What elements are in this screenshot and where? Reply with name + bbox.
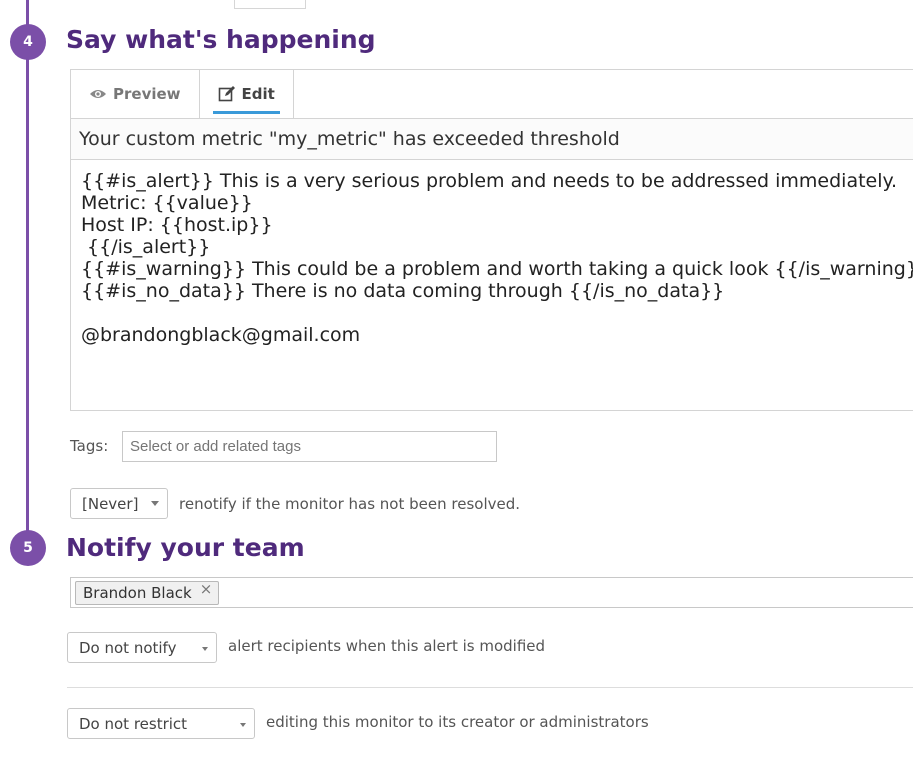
tab-edit-label: Edit <box>241 85 275 103</box>
message-title-input[interactable]: Your custom metric "my_metric" has excee… <box>71 118 913 160</box>
step-number-badge: 4 <box>10 24 46 60</box>
message-line: Metric: {{value}} <box>81 192 253 214</box>
recipient-name: Brandon Black <box>83 583 192 602</box>
message-editor: Preview Edit Your custom metric "my_metr… <box>70 69 913 411</box>
restrict-select-value: Do not restrict <box>79 714 188 733</box>
step-number: 5 <box>23 540 33 556</box>
message-line: {{#is_warning}} This could be a problem … <box>81 258 913 280</box>
restrict-text: editing this monitor to its creator or a… <box>266 713 649 731</box>
chevron-down-icon <box>240 723 246 727</box>
section-divider <box>67 687 913 688</box>
chevron-down-icon <box>151 501 159 506</box>
step-title: Say what's happening <box>66 25 376 54</box>
edit-icon <box>218 85 236 103</box>
renotify-select[interactable]: [Never] <box>70 488 168 519</box>
recipient-chip: Brandon Black × <box>75 580 220 605</box>
tags-input[interactable] <box>122 431 497 462</box>
previous-field-stub <box>234 0 306 9</box>
renotify-select-value: [Never] <box>82 494 139 513</box>
message-line: {{#is_no_data}} There is no data coming … <box>81 280 725 302</box>
message-line: Host IP: {{host.ip}} <box>81 214 273 236</box>
tab-edit[interactable]: Edit <box>198 70 294 118</box>
tab-preview-label: Preview <box>113 85 181 103</box>
step-number-badge: 5 <box>10 530 46 566</box>
message-line: @brandongblack@gmail.com <box>81 324 361 346</box>
restrict-select[interactable]: Do not restrict <box>67 708 255 739</box>
notify-modified-text: alert recipients when this alert is modi… <box>228 637 546 655</box>
message-body-textarea[interactable]: {{#is_alert}} This is a very serious pro… <box>71 160 913 410</box>
notify-modified-select-value: Do not notify <box>79 638 177 657</box>
tags-label: Tags: <box>70 437 109 455</box>
renotify-text: renotify if the monitor has not been res… <box>179 495 521 513</box>
message-line: {{/is_alert}} <box>81 236 211 258</box>
chevron-down-icon <box>202 647 208 651</box>
notify-modified-select[interactable]: Do not notify <box>67 632 217 663</box>
editor-tabs: Preview Edit <box>71 70 913 118</box>
recipients-input[interactable]: Brandon Black × <box>70 577 913 608</box>
tab-preview[interactable]: Preview <box>71 70 199 118</box>
eye-icon <box>89 85 107 103</box>
message-line <box>81 302 910 324</box>
message-line: {{#is_alert}} This is a very serious pro… <box>81 170 898 192</box>
step-title: Notify your team <box>66 533 305 562</box>
step-number: 4 <box>23 34 33 50</box>
close-icon[interactable]: × <box>200 582 213 597</box>
timeline-line <box>26 0 29 548</box>
